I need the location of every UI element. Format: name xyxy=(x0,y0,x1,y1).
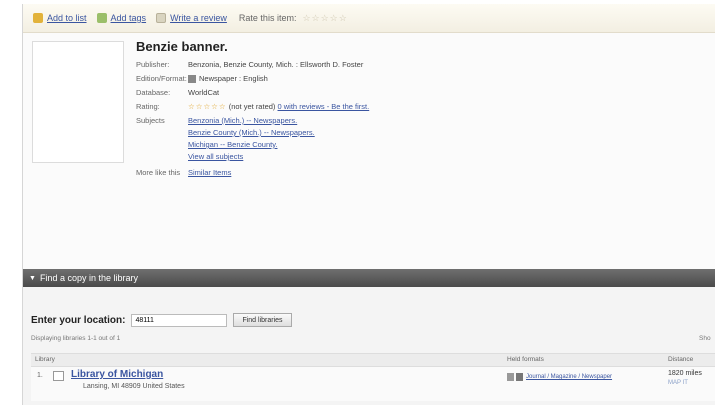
record-title: Benzie banner. xyxy=(136,39,228,54)
database-value: WorldCat xyxy=(188,88,220,97)
format-value: Newspaper : English xyxy=(199,74,268,83)
format-label: Edition/Format: xyxy=(136,74,187,83)
map-it-link[interactable]: MAP IT xyxy=(668,380,688,386)
show-options[interactable]: Sho xyxy=(699,335,711,342)
write-review-label: Write a review xyxy=(170,13,227,23)
reviews-link[interactable]: 0 with reviews - Be the first. xyxy=(278,102,370,111)
database-row: Database: WorldCat xyxy=(136,88,369,98)
app-frame: Add to list Add tags Write a review Rate… xyxy=(22,4,715,405)
rating-stars[interactable]: ☆☆☆☆☆ xyxy=(188,102,227,111)
library-icon xyxy=(53,371,64,381)
format-row: Edition/Format: Newspaper : English xyxy=(136,74,369,84)
subject-link[interactable]: Benzonia (Mich.) -- Newspapers. xyxy=(188,116,315,126)
list-icon xyxy=(33,13,43,23)
location-input[interactable] xyxy=(131,313,228,327)
distance-value: 1820 miles xyxy=(668,370,702,377)
newspaper-icon xyxy=(516,373,523,381)
find-copy-title: Find a copy in the library xyxy=(39,273,138,283)
record-toolbar: Add to list Add tags Write a review Rate… xyxy=(23,4,715,33)
view-all-subjects-link[interactable]: View all subjects xyxy=(188,152,315,162)
collapse-triangle-icon: ▼ xyxy=(29,274,36,282)
add-to-list-label: Add to list xyxy=(47,13,87,23)
database-label: Database: xyxy=(136,88,171,97)
libraries-table-header: Library Held formats Distance xyxy=(31,353,715,367)
more-like-this-label: More like this xyxy=(136,168,181,177)
newspaper-icon xyxy=(188,75,196,84)
subject-link[interactable]: Benzie County (Mich.) -- Newspapers. xyxy=(188,128,315,138)
add-to-list-button[interactable]: Add to list xyxy=(33,13,87,23)
column-header-held-formats[interactable]: Held formats xyxy=(507,356,544,363)
held-formats: Journal / Magazine / Newspaper xyxy=(507,373,612,381)
add-tags-button[interactable]: Add tags xyxy=(96,13,147,23)
held-format-link[interactable]: Journal / Magazine / Newspaper xyxy=(526,374,612,380)
write-review-button[interactable]: Write a review xyxy=(156,13,227,23)
cover-thumbnail xyxy=(32,41,124,163)
rating-label: Rating: xyxy=(136,102,160,111)
review-icon xyxy=(156,13,167,23)
subject-link[interactable]: Michigan -- Benzie County. xyxy=(188,140,315,150)
record-detail: Benzie banner. Publisher: Benzonia, Benz… xyxy=(23,33,715,269)
publisher-row: Publisher: Benzonia, Benzie County, Mich… xyxy=(136,60,369,70)
find-copy-header[interactable]: ▼ Find a copy in the library xyxy=(23,269,715,287)
publisher-label: Publisher: xyxy=(136,60,170,69)
format-value-wrap: Newspaper : English xyxy=(188,74,268,84)
rating-value: ☆☆☆☆☆ (not yet rated) 0 with reviews - B… xyxy=(188,102,369,112)
add-tags-label: Add tags xyxy=(110,13,147,23)
subjects-label: Subjects xyxy=(136,116,165,125)
find-copy-panel: Enter your location: Find libraries Disp… xyxy=(23,287,715,405)
rate-stars[interactable]: ☆☆☆☆☆ xyxy=(302,13,347,24)
document-icon xyxy=(507,373,514,381)
publisher-value: Benzonia, Benzie County, Mich. : Ellswor… xyxy=(188,60,364,69)
column-header-distance[interactable]: Distance xyxy=(668,356,693,363)
library-address: Lansing, MI 48909 United States xyxy=(83,383,185,390)
more-like-this-row: More like this Similar Items xyxy=(136,168,369,178)
row-number: 1. xyxy=(37,372,43,379)
tag-icon xyxy=(96,13,107,23)
subjects-list: Benzonia (Mich.) -- Newspapers. Benzie C… xyxy=(188,116,315,164)
record-details: Publisher: Benzonia, Benzie County, Mich… xyxy=(136,60,369,182)
location-label: Enter your location: xyxy=(31,314,126,326)
column-header-library[interactable]: Library xyxy=(35,356,55,363)
rate-label: Rate this item: xyxy=(238,13,297,23)
library-name-link[interactable]: Library of Michigan xyxy=(71,369,163,380)
displaying-count: Displaying libraries 1-1 out of 1 xyxy=(31,335,121,342)
find-libraries-button[interactable]: Find libraries xyxy=(233,313,292,327)
subjects-row: Subjects Benzonia (Mich.) -- Newspapers.… xyxy=(136,116,369,164)
rating-note: (not yet rated) xyxy=(228,102,276,111)
rating-row: Rating: ☆☆☆☆☆ (not yet rated) 0 with rev… xyxy=(136,102,369,112)
table-row: 1. Library of Michigan Lansing, MI 48909… xyxy=(31,367,715,401)
similar-items-link[interactable]: Similar Items xyxy=(188,168,231,178)
location-form: Enter your location: Find libraries xyxy=(31,313,292,327)
